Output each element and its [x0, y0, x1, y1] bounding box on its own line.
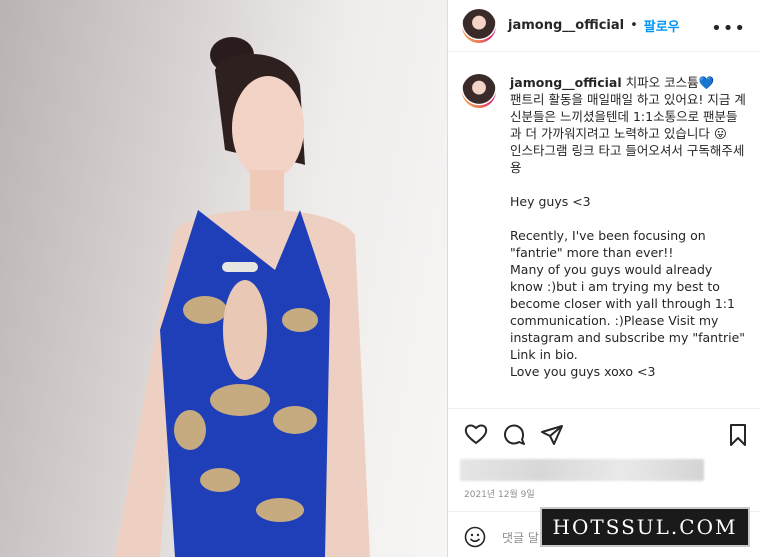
post-photo[interactable] [0, 0, 447, 557]
follow-button[interactable]: 팔로우 [644, 16, 680, 35]
separator-dot: • [630, 18, 638, 33]
action-bar [448, 408, 760, 461]
comment-icon[interactable] [502, 423, 526, 451]
watermark-text: HOTSSUL.COM [552, 515, 738, 539]
caption: jamong__official 치파오 코스튬💙 팬트리 활동을 매일매일 하… [462, 74, 748, 380]
caption-body: 치파오 코스튬💙 팬트리 활동을 매일매일 하고 있어요! 지금 계신분들은 느… [510, 75, 746, 379]
profile-avatar[interactable] [462, 8, 496, 43]
photo-illustration [115, 37, 370, 557]
caption-username[interactable]: jamong__official [510, 75, 622, 90]
username-link[interactable]: jamong__official [508, 18, 624, 33]
heart-icon[interactable] [464, 423, 488, 449]
caption-avatar[interactable] [462, 74, 496, 108]
post-header: jamong__official • 팔로우 ••• [448, 0, 760, 52]
send-icon[interactable] [540, 423, 564, 451]
bookmark-icon[interactable] [728, 423, 748, 451]
more-options-icon[interactable]: ••• [711, 18, 746, 39]
watermark-banner: HOTSSUL.COM [540, 507, 750, 547]
post-side-panel: jamong__official • 팔로우 ••• jamong__offic… [447, 0, 760, 557]
smile-icon[interactable] [464, 526, 486, 552]
post-date: 2021년 12월 9일 [464, 490, 535, 500]
blurred-likes [460, 459, 704, 481]
caption-text-block: jamong__official 치파오 코스튬💙 팬트리 활동을 매일매일 하… [510, 74, 748, 380]
